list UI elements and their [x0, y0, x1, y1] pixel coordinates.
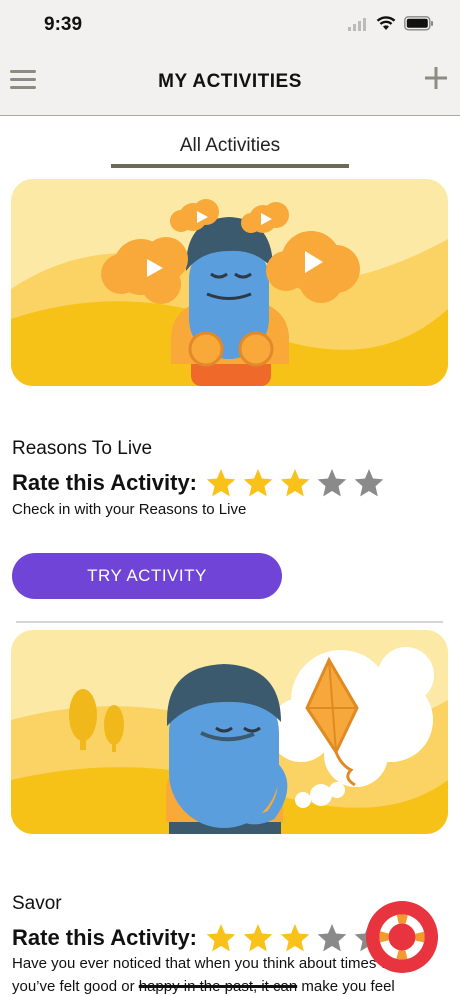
lifebuoy-icon — [379, 914, 425, 960]
status-icons — [348, 16, 434, 31]
rating-row: Rate this Activity: — [12, 922, 385, 954]
page-title: MY ACTIVITIES — [158, 71, 302, 92]
nav-bar: MY ACTIVITIES — [0, 50, 460, 116]
activity-description: Check in with your Reasons to Live — [12, 501, 247, 518]
battery-icon — [404, 16, 433, 31]
description-line: Have you ever noticed that when you thin… — [12, 955, 417, 972]
star-icon[interactable] — [353, 467, 385, 499]
star-icon[interactable] — [316, 922, 348, 954]
activity-illustration-savor[interactable] — [11, 630, 448, 834]
divider — [16, 621, 443, 623]
description-text-struck: happy in the past, it can — [138, 978, 298, 995]
tab-label: All Activities — [179, 135, 281, 156]
rate-label: Rate this Activity: — [12, 470, 198, 495]
star-icon[interactable] — [242, 922, 274, 954]
star-icon[interactable] — [316, 467, 348, 499]
star-icon[interactable] — [279, 922, 311, 954]
star-icon[interactable] — [205, 467, 237, 499]
help-button[interactable] — [366, 901, 438, 973]
tab-all-activities[interactable]: All Activities — [111, 126, 349, 168]
description-text: you’ve felt good or — [12, 978, 139, 995]
status-time: 9:39 — [44, 14, 83, 35]
tab-active-indicator — [111, 164, 349, 168]
activity-description: Have you ever noticed that when you thin… — [12, 952, 416, 996]
description-text: make you feel — [297, 978, 395, 995]
star-icon[interactable] — [242, 467, 274, 499]
plus-icon — [425, 67, 447, 89]
rating-row: Rate this Activity: — [12, 467, 385, 499]
try-activity-button[interactable]: TRY ACTIVITY — [12, 553, 282, 599]
star-rating — [205, 922, 385, 954]
add-activity-button[interactable] — [422, 64, 450, 92]
star-rating — [205, 467, 385, 499]
cellular-signal-icon — [348, 17, 366, 31]
star-icon[interactable] — [205, 922, 237, 954]
activity-title: Reasons To Live — [12, 438, 153, 459]
rate-label: Rate this Activity: — [12, 925, 198, 950]
wifi-icon — [376, 16, 396, 30]
star-icon[interactable] — [279, 467, 311, 499]
description-line: you’ve felt good or happy in the past, i… — [12, 975, 416, 996]
activity-illustration-reasons-to-live[interactable] — [11, 179, 448, 386]
activity-title: Savor — [12, 893, 62, 914]
status-bar: 9:39 — [0, 0, 460, 50]
